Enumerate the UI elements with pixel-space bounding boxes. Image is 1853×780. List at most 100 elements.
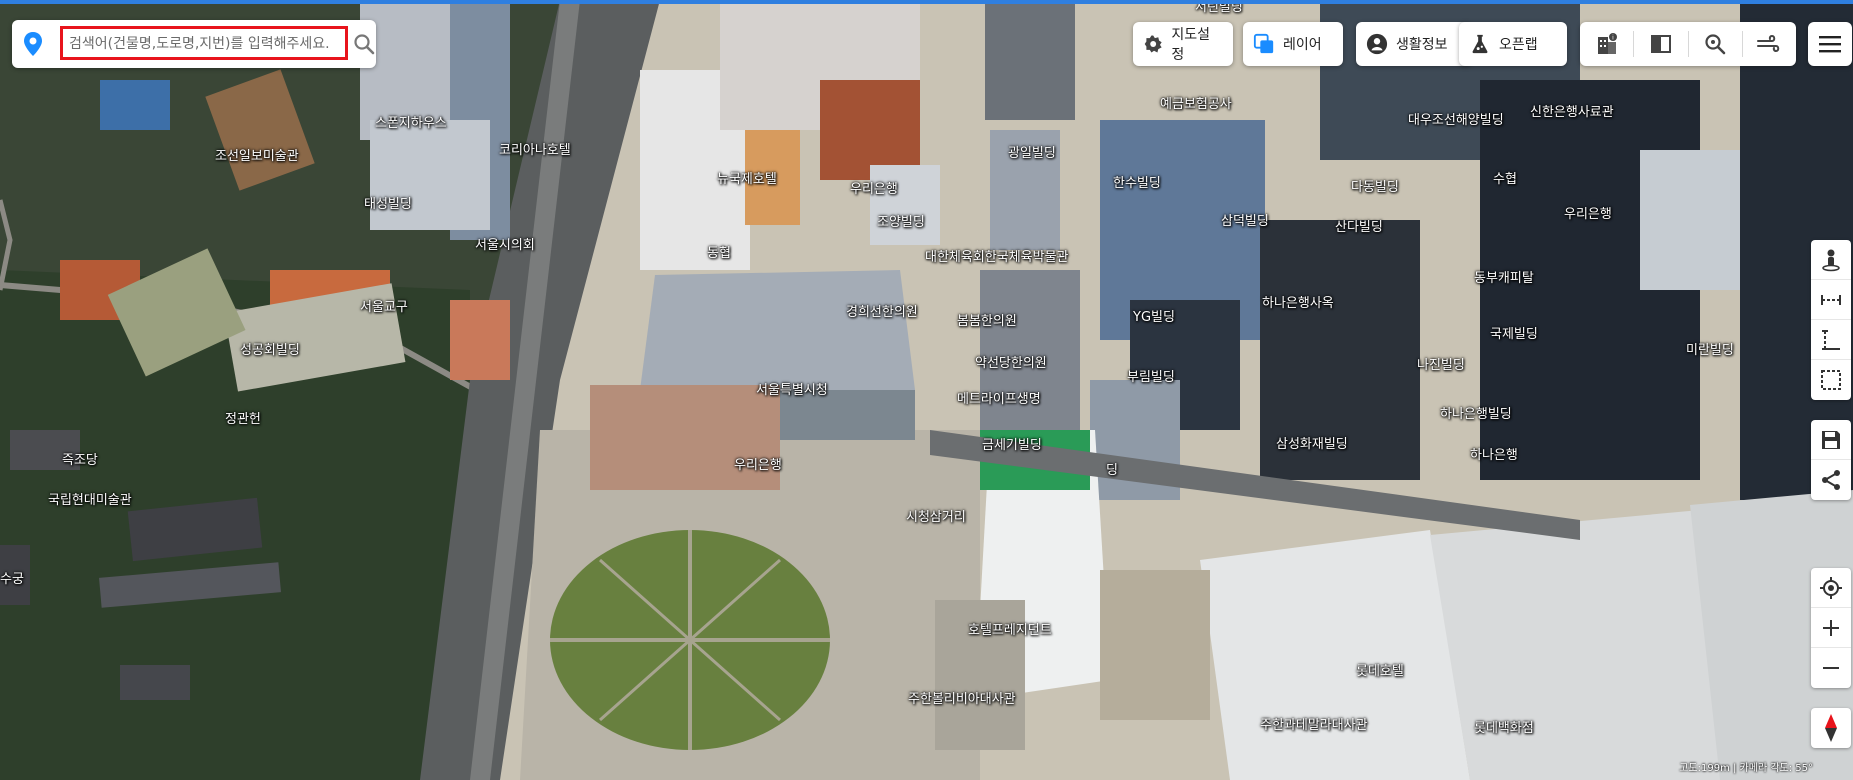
search-box: 검색어(건물명,도로명,지번)를 입력해주세요. [12, 20, 376, 68]
building-info-button[interactable]: i [1580, 22, 1633, 66]
map-label[interactable]: 대우조선해양빌딩 [1408, 113, 1504, 128]
map-label[interactable]: 정관헌 [225, 412, 261, 427]
layer-label: 레이어 [1283, 37, 1322, 53]
life-info-button[interactable]: 생활정보 [1356, 22, 1462, 66]
gear-icon [1144, 35, 1162, 53]
open-app-button[interactable]: 오픈랩 [1459, 22, 1552, 66]
map-label[interactable]: 호텔프레지던트 [968, 623, 1052, 638]
life-info-label: 생활정보 [1396, 37, 1448, 53]
compass-button[interactable] [1811, 708, 1851, 748]
measure-area-button[interactable] [1811, 360, 1851, 400]
map-label[interactable]: 하나은행빌딩 [1440, 407, 1512, 422]
map-label[interactable]: 딩 [1106, 463, 1118, 478]
location-pin-icon[interactable] [22, 31, 44, 57]
map-label[interactable]: 하나은행 [1470, 448, 1518, 463]
map-label[interactable]: 봄봄한의원 [957, 314, 1017, 329]
navigation-tools [1811, 568, 1851, 688]
map-label[interactable]: 삼성화재빌딩 [1276, 437, 1348, 452]
top-accent-strip [0, 0, 1853, 4]
map-label[interactable]: 국제빌딩 [1490, 327, 1538, 342]
map-label[interactable]: 동협 [707, 246, 731, 261]
minus-icon [1823, 667, 1839, 669]
map-label[interactable]: 경희선한의원 [846, 305, 918, 320]
person-icon [1366, 33, 1388, 55]
map-settings-group: 지도설정 [1133, 22, 1233, 66]
map-label[interactable]: 미란빌딩 [1686, 343, 1734, 358]
map-label[interactable]: 수궁 [0, 572, 24, 587]
layer-button[interactable]: 레이어 [1243, 22, 1336, 66]
map-label[interactable]: 우리은행 [1564, 207, 1612, 222]
search-placeholder: 검색어(건물명,도로명,지번)를 입력해주세요. [69, 36, 330, 52]
life-info-group: 생활정보 [1356, 22, 1472, 66]
map-label[interactable]: 조양빌딩 [877, 215, 925, 230]
map-label[interactable]: 대한체육회한국체육박물관 [925, 250, 1069, 265]
menu-group [1808, 22, 1852, 66]
measure-distance-button[interactable] [1811, 280, 1851, 320]
map-label[interactable]: 다동빌딩 [1351, 180, 1399, 195]
save-button[interactable] [1811, 420, 1851, 460]
map-label[interactable]: 조선일보미술관 [215, 149, 299, 164]
map-label[interactable]: 광일빌딩 [1008, 146, 1056, 161]
hamburger-menu-icon[interactable] [1817, 33, 1843, 55]
measure-tools [1811, 240, 1851, 400]
crosshair-location-icon [1820, 576, 1842, 599]
wind-icon [1757, 34, 1780, 53]
map-label[interactable]: 수협 [1493, 172, 1517, 187]
map-label[interactable]: YG빌딩 [1133, 310, 1175, 325]
open-app-group: 오픈랩 [1459, 22, 1567, 66]
my-location-button[interactable] [1811, 568, 1851, 608]
map-label[interactable]: 예금보험공사 [1160, 97, 1232, 112]
map-label[interactable]: 성공회빌딩 [240, 343, 300, 358]
map-label[interactable]: 나진빌딩 [1417, 358, 1465, 373]
map-label[interactable]: 국립현대미술관 [48, 493, 132, 508]
map-label[interactable]: 뉴국제호텔 [717, 172, 777, 187]
measure-height-button[interactable] [1811, 320, 1851, 360]
open-app-label: 오픈랩 [1499, 37, 1538, 53]
share-icon [1822, 470, 1840, 490]
map-label[interactable]: 코리아나호텔 [499, 143, 571, 158]
map-label[interactable]: 금세기빌딩 [982, 438, 1042, 453]
building-icon: i [1597, 33, 1617, 54]
map-label[interactable]: 약선당한의원 [975, 356, 1047, 371]
search-icon[interactable] [352, 32, 376, 56]
map-label[interactable]: 주한과테말라대사관 [1260, 718, 1368, 733]
zoom-in-button[interactable] [1811, 608, 1851, 648]
flask-icon [1472, 34, 1488, 54]
share-button[interactable] [1811, 460, 1851, 500]
map-label[interactable]: 롯데백화점 [1474, 721, 1534, 736]
ruler-horizontal-icon [1821, 294, 1841, 305]
layers-icon [1253, 33, 1274, 54]
map-label[interactable]: 태성빌딩 [364, 197, 412, 212]
map-label[interactable]: 삼덕빌딩 [1221, 214, 1269, 229]
map-label[interactable]: 서울시의회 [475, 238, 535, 253]
map-label[interactable]: 우리은행 [850, 182, 898, 197]
map-label[interactable]: 서울교구 [360, 300, 408, 315]
map-label[interactable]: 우리은행 [734, 458, 782, 473]
map-label[interactable]: 부림빌딩 [1127, 370, 1175, 385]
split-view-button[interactable] [1634, 22, 1687, 66]
map-label[interactable]: 한수빌딩 [1113, 176, 1161, 191]
layer-group: 레이어 [1243, 22, 1343, 66]
zoom-out-button[interactable] [1811, 648, 1851, 688]
map-label[interactable]: 서울특별시청 [756, 383, 828, 398]
map-label[interactable]: 산다빌딩 [1335, 220, 1383, 235]
search-input[interactable]: 검색어(건물명,도로명,지번)를 입력해주세요. [60, 26, 348, 60]
map-label[interactable]: 즉조당 [62, 453, 98, 468]
map-canvas[interactable]: 서린빌딩 스폰지하우스 조선일보미술관 코리아나호텔 태성빌딩 서울시의회 서울… [0, 0, 1853, 780]
map-label[interactable]: 메트라이프생명 [957, 392, 1041, 407]
map-label[interactable]: 주한볼리비아대사관 [908, 692, 1016, 707]
map-label[interactable]: 시청삼거리 [906, 510, 966, 525]
weather-button[interactable] [1743, 22, 1796, 66]
map-label[interactable]: 스폰지하우스 [375, 116, 447, 131]
map-settings-button[interactable]: 지도설정 [1133, 22, 1233, 66]
map-label[interactable]: 롯데호텔 [1356, 664, 1404, 679]
zoom-search-button[interactable] [1689, 22, 1742, 66]
map-label[interactable]: 하나은행사옥 [1262, 296, 1334, 311]
compass-icon [1825, 714, 1837, 742]
map-label[interactable]: 동부캐피탈 [1474, 271, 1534, 286]
tool-icons-group: i [1580, 22, 1796, 66]
floppy-save-icon [1822, 430, 1840, 449]
street-view-button[interactable] [1811, 240, 1851, 280]
plus-icon [1823, 619, 1839, 636]
map-label[interactable]: 신한은행사료관 [1530, 105, 1614, 120]
